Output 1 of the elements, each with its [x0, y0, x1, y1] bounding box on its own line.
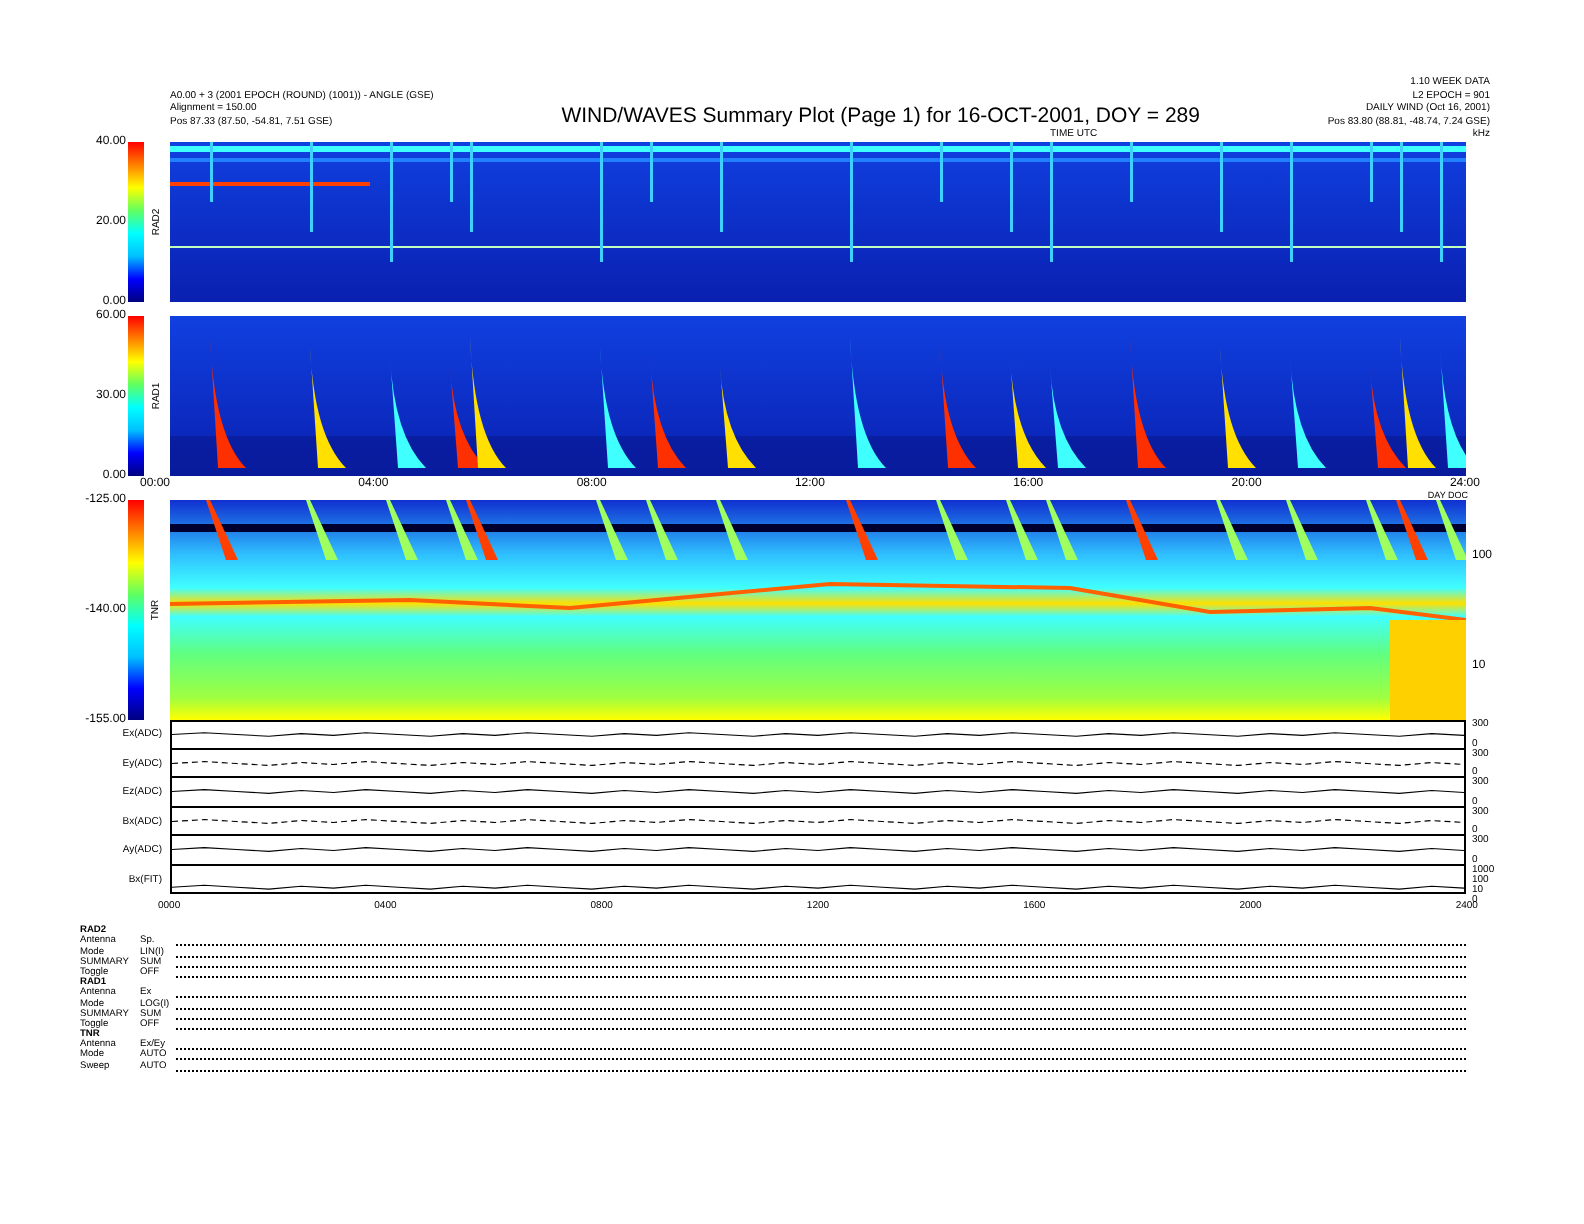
plot-title: WIND/WAVES Summary Plot (Page 1) for 16-OCT-2001, DOY = 289	[559, 104, 1202, 128]
